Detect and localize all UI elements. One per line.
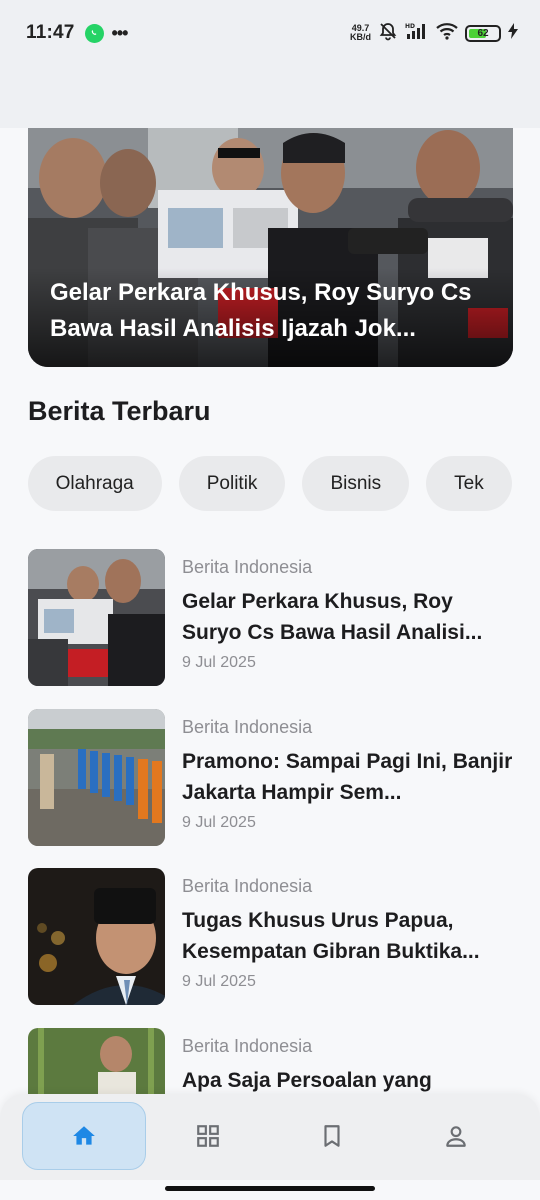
whatsapp-icon	[84, 23, 104, 43]
network-speed: 49.7 KB/d	[350, 24, 371, 42]
news-source: Berita Indonesia	[182, 876, 313, 896]
category-chip-politik[interactable]: Politik	[178, 456, 286, 511]
nav-profile[interactable]	[394, 1102, 518, 1170]
news-item[interactable]: Berita Indonesia Tugas Khusus Urus Papua…	[28, 868, 513, 1006]
status-bar: 11:47 ••• 49.7 KB/d HD 62	[0, 0, 540, 66]
news-thumbnail	[28, 549, 165, 686]
nav-home[interactable]	[22, 1102, 146, 1170]
news-thumbnail	[28, 709, 165, 846]
signal-icon: HD	[405, 22, 429, 45]
news-title: Pramono: Sampai Pagi Ini, Banjir Jakarta…	[182, 750, 513, 804]
bottom-navigation	[0, 1094, 540, 1180]
category-chips[interactable]: a Olahraga Politik Bisnis Tek	[28, 456, 513, 512]
status-time: 11:47	[26, 22, 75, 43]
grid-icon	[197, 1125, 219, 1147]
category-chip-olahraga[interactable]: Olahraga	[28, 456, 162, 511]
svg-text:HD: HD	[405, 23, 415, 30]
category-chip-tek[interactable]: Tek	[426, 456, 512, 511]
news-source: Berita Indonesia	[182, 1036, 313, 1056]
bookmark-icon	[324, 1125, 340, 1147]
news-thumbnail	[28, 868, 165, 1005]
battery-level: 62	[477, 27, 489, 39]
section-title: Berita Terbaru	[28, 396, 211, 426]
muted-bell-icon	[378, 21, 398, 46]
category-chip-bisnis[interactable]: Bisnis	[302, 456, 410, 511]
charging-icon	[508, 22, 518, 44]
news-title: Gelar Perkara Khusus, Roy Suryo Cs Bawa …	[182, 590, 483, 644]
news-title: Tugas Khusus Urus Papua, Kesempatan Gibr…	[182, 909, 480, 963]
profile-icon	[446, 1126, 466, 1147]
featured-news-card[interactable]: Gelar Perkara Khusus, Roy Suryo Cs Bawa …	[28, 128, 513, 367]
news-item[interactable]: Berita Indonesia Gelar Perkara Khusus, R…	[28, 549, 513, 687]
featured-news-title: Gelar Perkara Khusus, Roy Suryo Cs Bawa …	[50, 279, 472, 342]
net-speed-unit: KB/d	[350, 32, 371, 42]
gesture-handle[interactable]	[165, 1186, 375, 1191]
app-header	[0, 66, 540, 128]
news-item[interactable]: Berita Indonesia Pramono: Sampai Pagi In…	[28, 709, 513, 847]
nav-categories[interactable]	[146, 1102, 270, 1170]
news-date: 9 Jul 2025	[182, 654, 256, 671]
news-source: Berita Indonesia	[182, 557, 313, 577]
news-source: Berita Indonesia	[182, 717, 313, 737]
more-notifications-icon: •••	[111, 22, 129, 43]
nav-bookmarks[interactable]	[270, 1102, 394, 1170]
news-date: 9 Jul 2025	[182, 814, 256, 831]
wifi-icon	[436, 22, 458, 45]
battery-indicator: 62	[465, 24, 501, 42]
home-icon	[73, 1126, 95, 1145]
news-date: 9 Jul 2025	[182, 973, 256, 990]
